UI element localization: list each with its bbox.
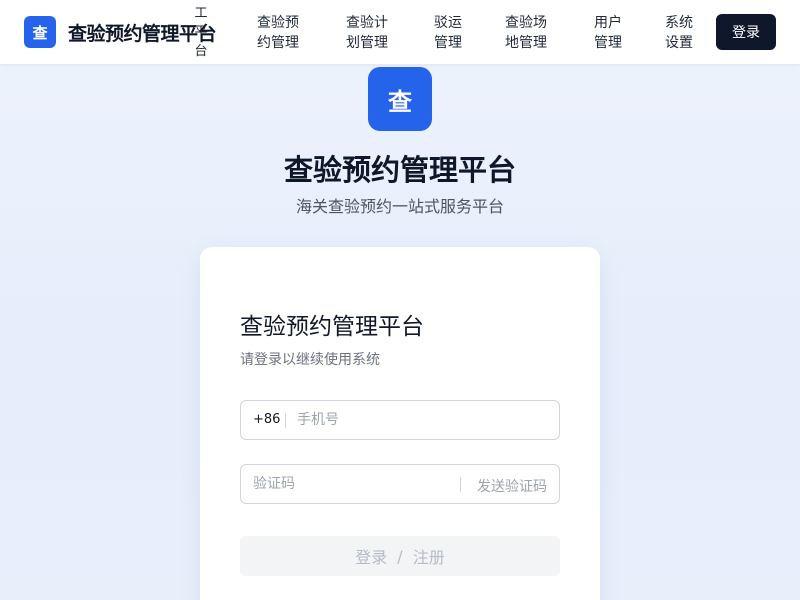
verification-code-field: 发送验证码 [240,464,560,504]
send-code-button[interactable]: 发送验证码 [477,476,547,496]
phone-input[interactable] [297,402,547,438]
divider [460,477,461,492]
nav-item-barge[interactable]: 驳运管理 [434,13,464,53]
app-logo-icon[interactable]: 查 [24,16,56,48]
nav-item-stacked[interactable]: 工 平 台 [193,4,209,61]
nav-item-settings[interactable]: 系统设置 [665,13,695,53]
top-navbar: 查 查验预约管理平台 工 平 台 查验预约管理 查验计划管理 驳运管理 查验场地… [0,0,800,64]
card-subtitle: 请登录以继续使用系统 [240,352,380,368]
nav-stack-char: 台 [194,44,208,59]
login-register-button[interactable]: 登录 / 注册 [240,536,560,576]
hero-title: 查验预约管理平台 [283,153,516,187]
verification-code-input[interactable] [253,466,453,502]
separator: / [397,546,403,566]
phone-field: +86 [240,400,560,440]
nav-stack-char: 平 [194,25,208,40]
divider [285,413,286,428]
header-login-button[interactable]: 登录 [716,14,776,50]
nav-stack-char: 工 [194,6,208,21]
nav-item-inspection-plan[interactable]: 查验计划管理 [346,13,394,53]
nav-item-users[interactable]: 用户管理 [594,13,624,53]
country-code-prefix[interactable]: +86 [253,412,280,427]
hero-logo-icon: 查 [368,67,432,131]
register-label: 注册 [412,548,445,567]
login-card: 查验预约管理平台 请登录以继续使用系统 +86 发送验证码 登录 / 注册 [200,247,600,600]
hero-subtitle: 海关查验预约一站式服务平台 [295,197,504,216]
card-title: 查验预约管理平台 [240,314,424,340]
nav-item-inspection-site[interactable]: 查验场地管理 [505,13,553,53]
login-label: 登录 [355,548,388,567]
nav-item-inspection-appointment[interactable]: 查验预约管理 [257,13,305,53]
